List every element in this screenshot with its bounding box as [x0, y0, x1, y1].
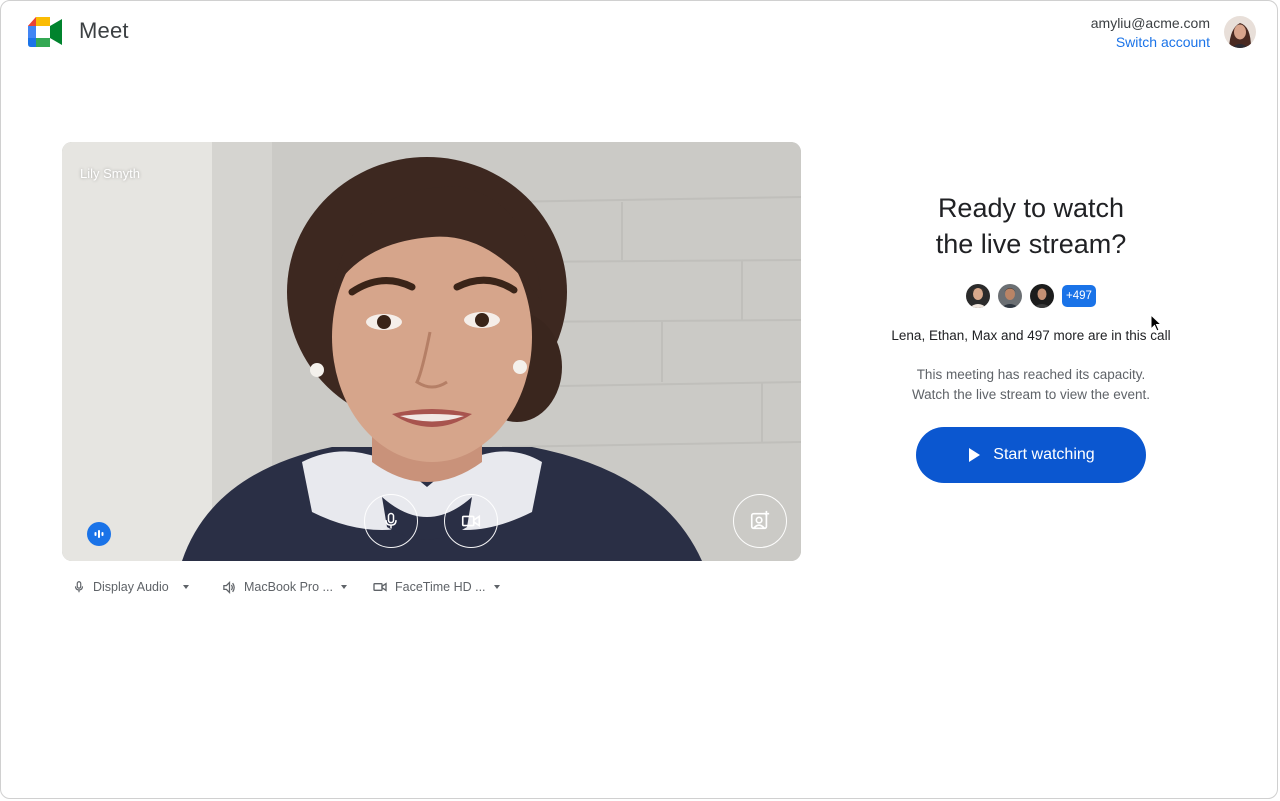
participant-avatar	[966, 284, 991, 308]
videocam-icon	[373, 582, 387, 592]
more-participants-badge: +497	[1062, 285, 1096, 307]
start-watching-label: Start watching	[993, 446, 1095, 463]
play-icon	[969, 448, 981, 462]
start-watching-button[interactable]: Start watching	[916, 427, 1146, 483]
background-effects-button[interactable]	[733, 494, 787, 548]
join-title: Ready to watch the live stream?	[860, 190, 1202, 262]
account-avatar[interactable]	[1224, 16, 1256, 48]
device-selectors: Display Audio MacBook Pro ... FaceTime H…	[72, 578, 509, 596]
mic-toggle-button[interactable]	[364, 494, 418, 548]
join-title-line2: the live stream?	[935, 229, 1127, 259]
mic-icon	[385, 512, 397, 529]
join-title-line1: Ready to watch	[937, 193, 1125, 223]
microphone-select[interactable]: Display Audio	[72, 578, 222, 596]
capacity-line2: Watch the live stream to view the event.	[911, 387, 1151, 402]
account-email: amyliu@acme.com	[1090, 15, 1210, 31]
dropdown-arrow-icon	[182, 585, 189, 589]
participant-avatars: +497	[860, 284, 1202, 308]
join-panel: Ready to watch the live stream? +497 Len…	[860, 190, 1202, 483]
dropdown-arrow-icon	[340, 585, 347, 589]
mouse-cursor-icon	[1150, 314, 1162, 332]
app-title: Meet	[79, 18, 129, 43]
microphone-select-label: Display Audio	[93, 580, 169, 594]
participant-avatar	[1030, 284, 1055, 308]
meet-logo-icon	[28, 17, 62, 47]
speaker-icon	[223, 580, 235, 594]
camera-preview: Lily Smyth	[62, 142, 801, 561]
participant-avatar	[998, 284, 1023, 308]
camera-select[interactable]: FaceTime HD ...	[372, 578, 509, 596]
dropdown-arrow-icon	[493, 585, 500, 589]
audio-level-icon	[87, 522, 111, 546]
participant-name-label: Lily Smyth	[80, 166, 140, 181]
background-effects-icon	[750, 510, 770, 530]
mic-icon	[74, 581, 84, 593]
speaker-select[interactable]: MacBook Pro ...	[222, 578, 372, 596]
participant-video-frame	[62, 142, 801, 561]
capacity-message: This meeting has reached its capacity. W…	[860, 365, 1202, 405]
camera-toggle-button[interactable]	[444, 494, 498, 548]
camera-select-label: FaceTime HD ...	[395, 580, 486, 594]
speaker-select-label: MacBook Pro ...	[244, 580, 333, 594]
account-info: amyliu@acme.com Switch account	[1091, 14, 1210, 52]
capacity-line1: This meeting has reached its capacity.	[916, 367, 1146, 382]
switch-account-link[interactable]: Switch account	[1091, 32, 1210, 52]
videocam-icon	[461, 514, 481, 528]
